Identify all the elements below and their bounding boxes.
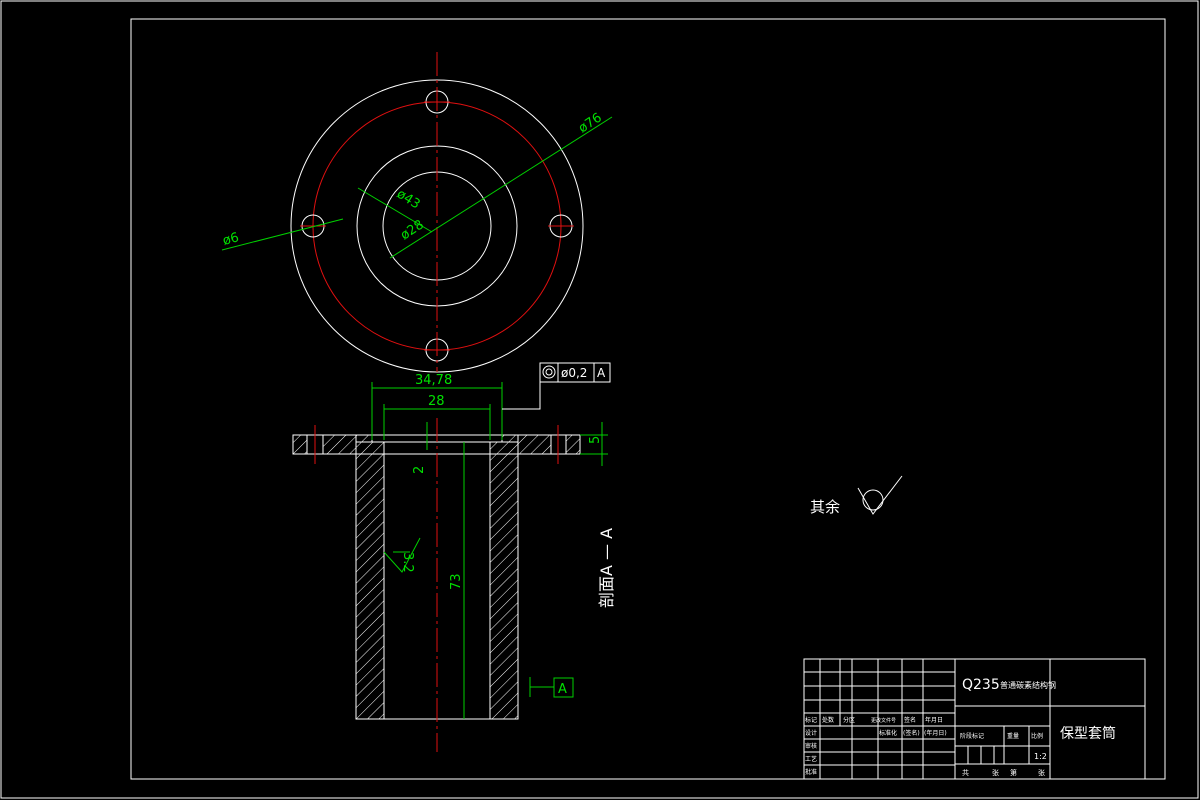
tb-label: 处数 [822,716,834,724]
flange-hatch [292,434,308,455]
flange-hatch [322,434,357,455]
material-code: Q235 [962,677,1000,693]
tb-label: 标记 [805,716,817,724]
title-block: Q235 普通碳素结构钢 保型套筒 1:2 标记 处数 分区 更改文件号 签名 … [803,658,1146,780]
tb-label: 更改文件号 [871,717,896,724]
tb-label: 比例 [1031,732,1043,740]
scale-value: 1:2 [1034,752,1047,761]
dim-line-hole [221,218,344,251]
dim-step-depth: 2 [412,466,427,474]
part-name: 保型套筒 [1060,725,1116,742]
tolerance-value: ø0,2 [561,366,587,380]
dim-bore-width: 28 [428,394,445,409]
tb-label: 标准化 [879,729,897,737]
flange-hatch [565,434,581,455]
drawing-frame [130,18,1166,780]
concentricity-icon [542,365,556,379]
tb-label: 阶段标记 [960,732,984,740]
roughness-value: 3.2 [400,552,415,573]
tb-label: 审核 [805,742,817,750]
material-desc: 普通碳素结构钢 [1000,680,1056,690]
dim-inner-dia: ø28 [398,217,427,243]
tube-wall-right [489,441,519,720]
section-label: 剖面A — A [597,528,616,608]
datum-letter: A [558,682,567,697]
section-view: 34,78 28 ø0,2 A 5 2 73 3.2 A 剖面A — A [292,362,616,752]
tb-label: 年月日 [925,716,943,724]
dim-body-length: 73 [449,573,464,590]
dim-flange-thickness: 5 [588,436,603,444]
roughness-circle-icon [862,489,884,511]
dim-line-outer [389,116,613,259]
tb-label: 分区 [843,716,855,724]
top-view: ø76 ø43 ø28 ø6 [221,52,613,373]
tb-label: 第 [1010,768,1017,777]
tube-wall-left [355,441,385,720]
dim-outer-dia: ø76 [576,110,605,136]
tb-label: 重量 [1007,732,1019,740]
tb-label: 工艺 [805,755,817,763]
tb-label: 签名 [904,716,916,724]
tb-label: 共 [962,768,969,777]
flange-hatch [517,434,552,455]
drawing-canvas: ø76 ø43 ø28 ø6 34,78 28 ø0,2 A 5 2 73 3.… [0,0,1199,799]
tolerance-datum: A [597,366,606,380]
remaining-roughness-label: 其余 [810,498,840,516]
tb-label: 批准 [805,768,817,776]
dim-middle-dia: ø43 [394,187,423,213]
tb-label: 张 [992,768,999,777]
tb-label: 张 [1038,768,1045,777]
tb-label: (签名) [903,729,920,737]
tolerance-leader [502,381,541,410]
concentricity-icon-inner [545,368,553,376]
dim-flange-width: 34,78 [415,373,452,388]
tb-label: (年月日) [924,729,947,737]
tb-label: 设计 [805,729,817,737]
